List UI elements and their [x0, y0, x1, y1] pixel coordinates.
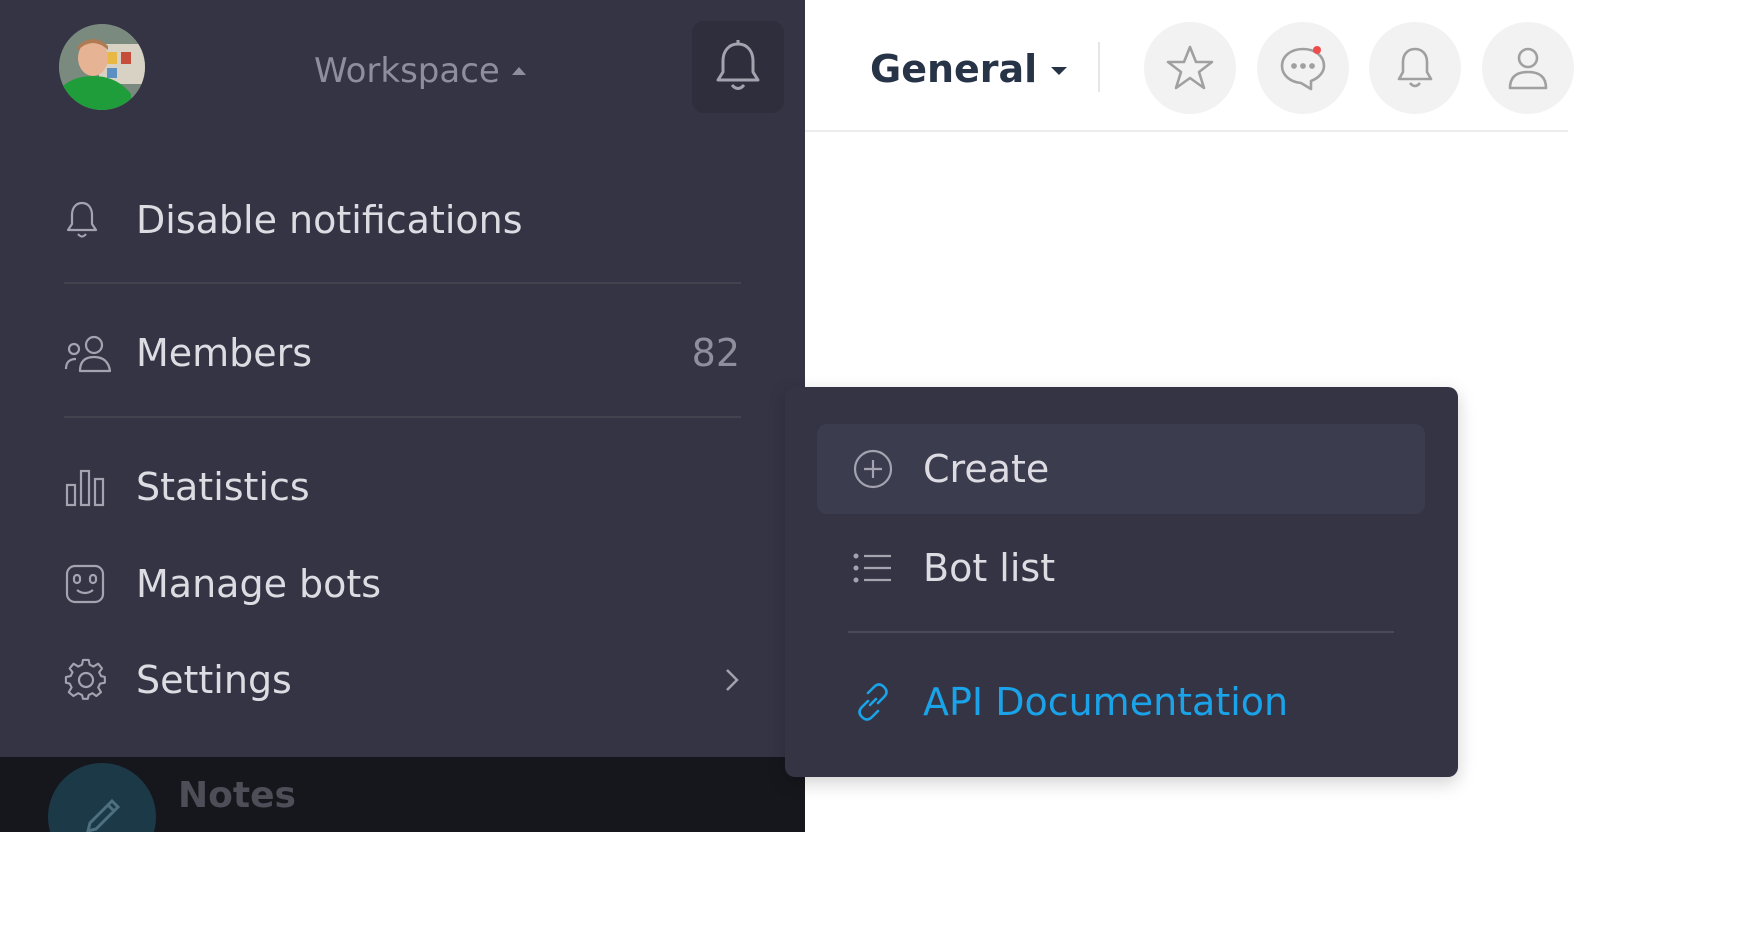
bell-icon: [1397, 47, 1433, 88]
submenu-item-bot-list[interactable]: Bot list: [817, 523, 1425, 613]
submenu-item-create[interactable]: Create: [817, 424, 1425, 514]
menu-item-settings[interactable]: Settings: [64, 650, 740, 710]
menu-item-statistics[interactable]: Statistics: [64, 457, 740, 517]
notifications-button[interactable]: [692, 21, 784, 113]
divider: [848, 631, 1394, 633]
menu-item-label: Members: [136, 331, 313, 375]
notes-item[interactable]: Notes: [48, 763, 296, 832]
submenu-item-api-documentation[interactable]: API Documentation: [817, 657, 1425, 747]
submenu-item-label: Bot list: [923, 546, 1056, 590]
gear-icon: [64, 656, 112, 704]
bar-chart-icon: [64, 463, 112, 511]
profile-button[interactable]: [1482, 22, 1574, 114]
link-icon: [851, 680, 895, 724]
sidebar-menu: Workspace Disable notifications Members …: [0, 0, 805, 757]
menu-item-label: Manage bots: [136, 562, 382, 606]
pencil-icon: [86, 798, 121, 832]
caret-down-icon: [1051, 67, 1068, 75]
divider: [64, 282, 741, 284]
app-root: Workspace Disable notifications Members …: [0, 0, 1574, 832]
menu-item-label: Settings: [136, 658, 292, 702]
channel-name: General: [870, 47, 1038, 91]
members-icon: [64, 329, 112, 377]
plus-circle-icon: [851, 447, 895, 491]
bell-icon: [716, 40, 760, 90]
list-icon: [851, 546, 895, 590]
avatar[interactable]: [59, 24, 145, 110]
bell-icon: [64, 196, 112, 244]
user-icon: [1508, 47, 1548, 90]
header-notifications-button[interactable]: [1369, 22, 1461, 114]
chat-button[interactable]: [1257, 22, 1349, 114]
notes-avatar: [48, 763, 156, 832]
submenu-item-label: Create: [923, 447, 1050, 491]
chat-icon: [1280, 47, 1326, 91]
star-icon: [1166, 45, 1214, 90]
bot-submenu: Create Bot list API Documentation: [785, 387, 1458, 777]
notes-title: Notes: [178, 775, 296, 816]
menu-item-label: Disable notifications: [136, 198, 523, 242]
menu-item-label: Statistics: [136, 465, 310, 509]
submenu-item-label: API Documentation: [923, 680, 1289, 724]
menu-item-members[interactable]: Members 82: [64, 323, 740, 383]
workspace-label: Workspace: [314, 51, 500, 91]
menu-item-disable-notifications[interactable]: Disable notifications: [64, 190, 740, 250]
favorite-button[interactable]: [1144, 22, 1236, 114]
header: General: [805, 0, 1574, 132]
workspace-dropdown[interactable]: Workspace: [314, 46, 526, 96]
caret-up-icon: [511, 67, 526, 75]
menu-item-manage-bots[interactable]: Manage bots: [64, 554, 740, 614]
bot-icon: [64, 560, 112, 608]
channel-dropdown[interactable]: General: [870, 44, 1068, 94]
header-divider: [1098, 42, 1100, 92]
chevron-right-icon: [724, 658, 740, 702]
notification-dot: [1313, 46, 1321, 54]
sidebar-footer: Notes: [0, 757, 805, 832]
divider: [64, 416, 741, 418]
members-count: 82: [691, 331, 740, 375]
